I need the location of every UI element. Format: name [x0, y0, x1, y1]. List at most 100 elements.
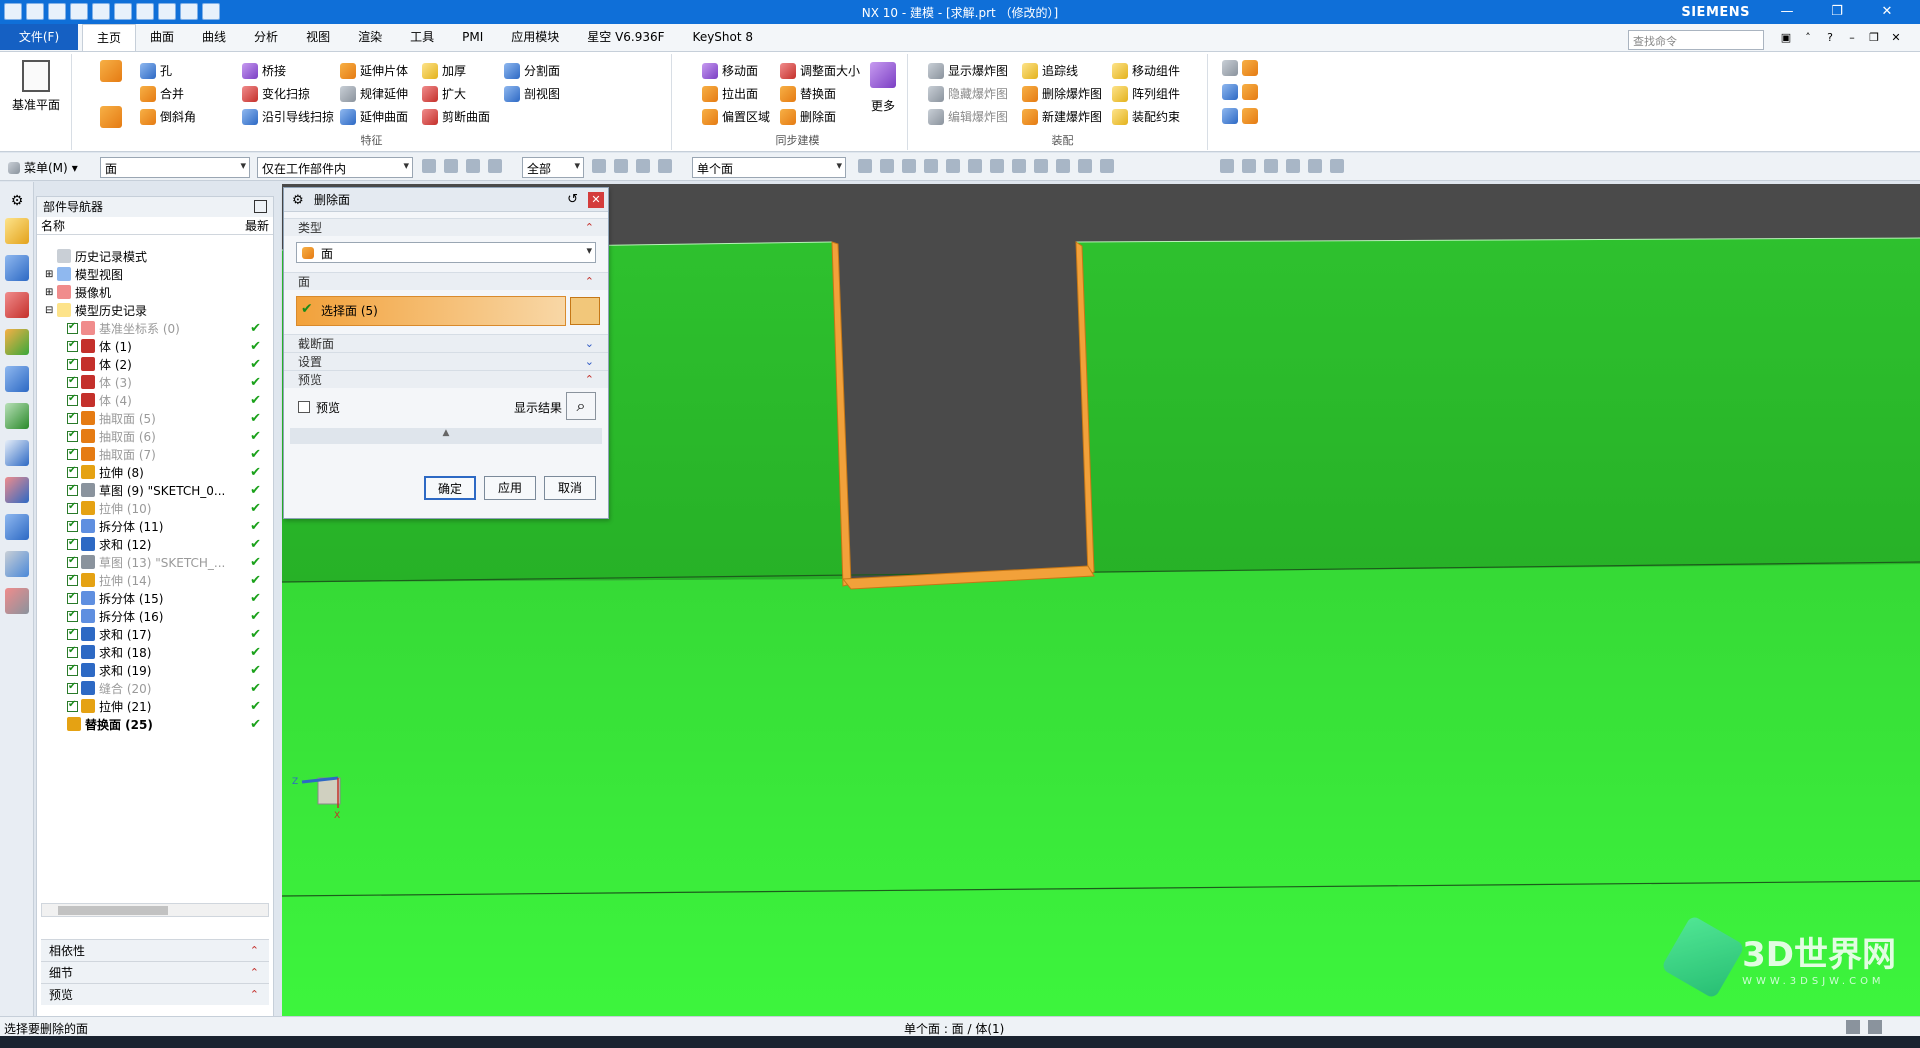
main-menu-button[interactable]: 菜单(M) ▾ [8, 159, 78, 176]
type-select[interactable]: 面 [296, 242, 596, 263]
tree-checkbox[interactable] [67, 663, 78, 676]
navigator-panel-1[interactable]: 细节 ⌃ [41, 961, 269, 983]
doc-close-icon[interactable]: ✕ [1888, 30, 1904, 46]
part-navigator-icon[interactable] [5, 292, 29, 318]
tree-checkbox[interactable] [67, 537, 78, 550]
history-icon[interactable] [5, 440, 29, 466]
scroll-thumb[interactable] [58, 906, 168, 915]
command-search-input[interactable]: 查找命令 [1628, 30, 1764, 50]
tree-checkbox[interactable] [67, 699, 78, 712]
close-icon[interactable]: ✕ [1862, 2, 1912, 22]
tree-checkbox[interactable] [67, 501, 78, 514]
unite-large-icon[interactable] [100, 106, 122, 128]
tab-0[interactable]: 主页 [82, 24, 137, 51]
tree-node[interactable]: 草图 (9) "SKETCH_0... ✔ [37, 481, 273, 499]
snap-point-12-icon[interactable] [1100, 159, 1114, 173]
tree-node[interactable]: 拆分体 (11) ✔ [37, 517, 273, 535]
column-name[interactable]: 名称 [41, 217, 65, 234]
process-studio-icon[interactable] [5, 514, 29, 540]
file-menu-button[interactable]: 文件(F) [0, 24, 78, 50]
section-face[interactable]: 面 ⌃ [284, 272, 608, 290]
render-style-icon[interactable] [1308, 159, 1322, 173]
status-icon-1[interactable] [1846, 1020, 1860, 1034]
tree-node[interactable]: 拉伸 (14) ✔ [37, 571, 273, 589]
manufacturing-wizard-icon[interactable] [5, 551, 29, 577]
help-icon[interactable]: ? [1822, 30, 1838, 46]
select-face-field[interactable]: 选择面 (5) [296, 296, 566, 326]
tree-node[interactable]: 体 (2) ✔ [37, 355, 273, 373]
tree-node[interactable]: 替换面 (25) ✔ [37, 715, 273, 733]
tree-node[interactable]: 体 (1) ✔ [37, 337, 273, 355]
tree-node[interactable]: 缝合 (20) ✔ [37, 679, 273, 697]
navigator-panel-2[interactable]: 预览 ⌃ [41, 983, 269, 1005]
tree-checkbox[interactable] [67, 591, 78, 604]
expand-icon[interactable]: ⊞ [45, 269, 57, 280]
apply-button[interactable]: 应用 [484, 476, 536, 500]
tab-6[interactable]: 工具 [396, 24, 448, 51]
tree-node[interactable]: 体 (3) ✔ [37, 373, 273, 391]
snap-point-5-icon[interactable] [946, 159, 960, 173]
dialog-title-bar[interactable]: ⚙ 删除面 ↺ ✕ [284, 188, 608, 212]
tree-checkbox[interactable] [67, 375, 78, 388]
ribbon-btn-asm-col2-1[interactable]: 删除爆炸图 [1022, 85, 1102, 102]
ribbon-btn-feat-col1-2[interactable]: 倒斜角 [140, 108, 196, 125]
tree-node[interactable]: 拉伸 (8) ✔ [37, 463, 273, 481]
fit-view-icon[interactable] [1220, 159, 1234, 173]
tree-checkbox[interactable] [67, 339, 78, 352]
tab-7[interactable]: PMI [448, 24, 497, 51]
select-tool-4-icon[interactable] [488, 159, 502, 173]
tree-node[interactable]: 草图 (13) "SKETCH_... ✔ [37, 553, 273, 571]
section-cut-faces[interactable]: 截断面 ⌄ [284, 334, 608, 352]
ribbon-btn-sync-col2-1[interactable]: 替换面 [780, 85, 836, 102]
misc-tool-3-icon[interactable] [1222, 108, 1258, 124]
tab-8[interactable]: 应用模块 [497, 24, 573, 51]
tree-node[interactable]: 求和 (12) ✔ [37, 535, 273, 553]
tree-checkbox[interactable] [67, 609, 78, 622]
collapse-ribbon-icon[interactable]: ˄ [1800, 30, 1816, 46]
doc-restore-icon[interactable]: ❐ [1866, 30, 1882, 46]
rotate-icon[interactable] [1264, 159, 1278, 173]
tree-checkbox[interactable] [67, 519, 78, 532]
ribbon-btn-feat-col3-1[interactable]: 规律延伸 [340, 85, 408, 102]
navigator-hscrollbar[interactable] [41, 903, 269, 917]
part-color-icon[interactable] [1330, 159, 1344, 173]
ribbon-btn-feat-col4-0[interactable]: 加厚 [422, 62, 466, 79]
tree-node[interactable]: 求和 (18) ✔ [37, 643, 273, 661]
tab-5[interactable]: 渲染 [344, 24, 396, 51]
select-tool-2-icon[interactable] [444, 159, 458, 173]
preview-checkbox[interactable] [298, 401, 310, 413]
more-button[interactable]: 更多 [864, 62, 902, 114]
ribbon-btn-feat-col5-1[interactable]: 剖视图 [504, 85, 560, 102]
expand-icon[interactable]: ⊟ [45, 305, 57, 316]
dialog-close-button[interactable]: ✕ [588, 192, 604, 208]
assembly-navigator-icon[interactable] [5, 218, 29, 244]
tree-checkbox[interactable] [67, 645, 78, 658]
tree-node[interactable]: 抽取面 (7) ✔ [37, 445, 273, 463]
navigator-panel-0[interactable]: 相依性 ⌃ [41, 939, 269, 961]
tree-checkbox[interactable] [67, 483, 78, 496]
dialog-settings-icon[interactable]: ⚙ [292, 189, 304, 213]
role-icon[interactable] [5, 588, 29, 614]
snap-point-11-icon[interactable] [1078, 159, 1092, 173]
tree-node[interactable]: ⊞ 模型视图 [37, 265, 273, 283]
ribbon-btn-feat-col4-2[interactable]: 剪断曲面 [422, 108, 490, 125]
tree-checkbox[interactable] [67, 393, 78, 406]
right-green-face[interactable] [1076, 238, 1920, 582]
ribbon-btn-asm-col1-2[interactable]: 编辑爆炸图 [928, 108, 1008, 125]
navigator-maximize-icon[interactable] [254, 200, 267, 213]
ribbon-btn-sync-col1-0[interactable]: 移动面 [702, 62, 758, 79]
select-tool-1-icon[interactable] [422, 159, 436, 173]
section-type[interactable]: 类型 ⌃ [284, 218, 608, 236]
tree-node[interactable]: 求和 (19) ✔ [37, 661, 273, 679]
resource-settings-icon[interactable]: ⚙ [5, 193, 29, 209]
snap-point-7-icon[interactable] [990, 159, 1004, 173]
zoom-icon[interactable] [1242, 159, 1256, 173]
tree-checkbox[interactable] [67, 465, 78, 478]
tab-4[interactable]: 视图 [292, 24, 344, 51]
ribbon-btn-feat-col2-0[interactable]: 桥接 [242, 62, 286, 79]
snap-point-9-icon[interactable] [1034, 159, 1048, 173]
tree-node[interactable]: 基准坐标系 (0) ✔ [37, 319, 273, 337]
snap-tool-3-icon[interactable] [636, 159, 650, 173]
tree-checkbox[interactable] [67, 555, 78, 568]
type-filter-select[interactable]: 面 [100, 157, 250, 178]
